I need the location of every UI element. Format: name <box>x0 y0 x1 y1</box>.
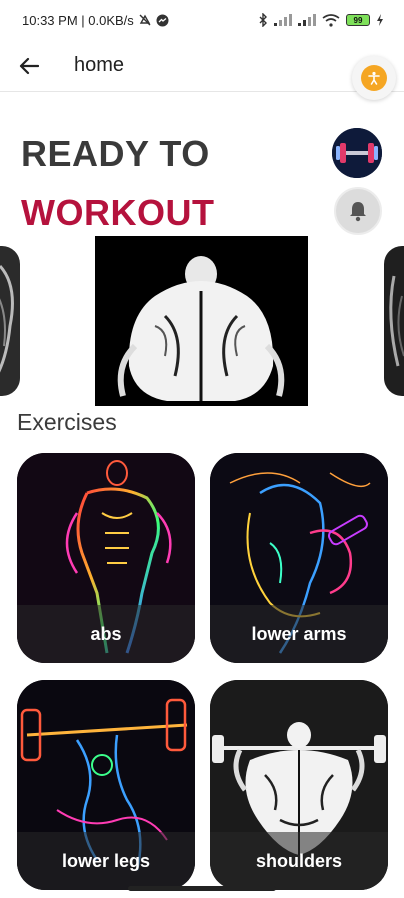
carousel-prev-card[interactable] <box>0 246 20 396</box>
signal-icon <box>298 14 316 26</box>
status-left: 10:33 PM | 0.0KB/s <box>22 13 169 28</box>
screen: 10:33 PM | 0.0KB/s 99 home READY TO WORK… <box>0 0 404 898</box>
status-time: 10:33 PM | 0.0KB/s <box>22 12 134 28</box>
status-right: 99 <box>258 13 384 27</box>
exercises-section-title: Exercises <box>17 409 117 435</box>
bluetooth-icon <box>259 13 267 27</box>
carousel-banner-image[interactable] <box>95 236 308 406</box>
wifi-icon <box>322 13 340 27</box>
signal-icon <box>274 14 292 26</box>
messenger-icon <box>156 14 169 26</box>
exercise-card-label: shoulders <box>210 832 388 890</box>
accessibility-icon <box>361 65 387 91</box>
app-bar: home <box>0 40 404 100</box>
avatar[interactable] <box>332 128 382 178</box>
exercise-card-label: lower legs <box>17 832 195 890</box>
page-title: home <box>74 54 125 76</box>
exercise-card-lower-arms[interactable]: lower arms <box>210 453 388 663</box>
status-bar: 10:33 PM | 0.0KB/s 99 <box>0 0 404 40</box>
charging-icon <box>377 14 383 26</box>
exercise-card-label: lower arms <box>210 605 388 663</box>
dumbbell-icon <box>332 128 382 178</box>
dnd-icon <box>139 14 151 26</box>
arrow-back-icon <box>19 57 39 74</box>
back-button[interactable] <box>0 40 56 92</box>
home-indicator[interactable] <box>128 886 276 891</box>
exercise-card-abs[interactable]: abs <box>17 453 195 663</box>
exercise-card-label: abs <box>17 605 195 663</box>
accessibility-button[interactable] <box>352 56 396 100</box>
notifications-button[interactable] <box>334 187 382 235</box>
bell-icon <box>350 202 366 222</box>
hero-title-line1: READY TO <box>21 133 210 174</box>
carousel-next-card[interactable] <box>384 246 404 396</box>
exercise-card-lower-legs[interactable]: lower legs <box>17 680 195 890</box>
battery-icon: 99 <box>346 14 370 26</box>
exercise-card-shoulders[interactable]: shoulders <box>210 680 388 890</box>
hero-title-line2: WORKOUT <box>21 192 215 233</box>
